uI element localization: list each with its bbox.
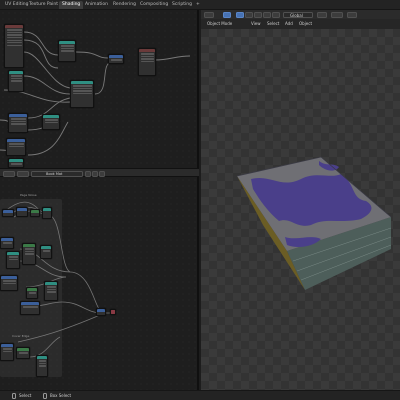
shader-node[interactable] xyxy=(0,237,14,249)
shader-node[interactable] xyxy=(20,301,40,315)
node-editor-header: Book Mat xyxy=(0,168,199,177)
magnet-icon[interactable] xyxy=(263,11,271,18)
pivot-icon[interactable] xyxy=(317,11,327,18)
shader-node[interactable] xyxy=(58,40,76,62)
shader-node[interactable] xyxy=(44,281,58,301)
add-workspace-button[interactable]: + xyxy=(193,1,203,9)
viewport-header: Global xyxy=(201,10,400,19)
editor-type-icon[interactable] xyxy=(204,11,214,18)
tab-animation[interactable]: Animation xyxy=(82,1,111,9)
shader-node[interactable] xyxy=(70,80,94,108)
shader-node-editor-lower[interactable]: Page Noise Cover Edge xyxy=(0,177,199,390)
menu-select[interactable]: Select xyxy=(267,19,279,28)
shader-node[interactable] xyxy=(108,54,124,64)
viewport-shading-icon[interactable] xyxy=(254,11,262,18)
shader-node[interactable] xyxy=(8,70,24,92)
material-output-node[interactable] xyxy=(138,48,156,76)
transform-orientation-dropdown[interactable]: Global xyxy=(283,11,313,18)
book-model xyxy=(201,29,400,390)
status-box-select-label: Box Select xyxy=(50,393,72,398)
tab-rendering[interactable]: Rendering xyxy=(110,1,139,9)
tab-shading[interactable]: Shading xyxy=(59,1,84,9)
mouse-left-icon xyxy=(12,393,16,399)
editor-type-icon[interactable] xyxy=(3,170,15,177)
proportional-edit-icon[interactable] xyxy=(272,11,280,18)
snap-icon[interactable] xyxy=(331,11,343,18)
proportional-falloff-icon[interactable] xyxy=(347,11,357,18)
3d-viewport[interactable] xyxy=(201,29,400,390)
node-header xyxy=(5,25,23,28)
shader-node[interactable] xyxy=(6,251,20,269)
shader-node[interactable] xyxy=(2,209,14,217)
status-bar: Select Box Select xyxy=(0,390,400,400)
shader-node[interactable] xyxy=(40,245,52,259)
shader-node-editor-upper[interactable] xyxy=(0,10,199,168)
shader-node[interactable] xyxy=(96,308,106,316)
shader-node[interactable] xyxy=(42,207,52,219)
tab-compositing[interactable]: Compositing xyxy=(137,1,171,9)
tab-scripting[interactable]: Scripting xyxy=(169,1,195,9)
cursor-icon[interactable] xyxy=(223,11,231,18)
tab-texture-paint[interactable]: Texture Paint xyxy=(26,1,61,9)
duplicate-icon[interactable] xyxy=(92,170,98,177)
move-icon[interactable] xyxy=(245,11,253,18)
shader-node[interactable] xyxy=(36,355,48,377)
shader-node[interactable] xyxy=(0,275,18,291)
object-mode-dropdown[interactable]: Object Mode xyxy=(207,19,232,28)
viewport-menu-bar: Object Mode View Select Add Object xyxy=(201,19,400,29)
shader-node[interactable] xyxy=(4,24,24,68)
workspace-tab-bar: UV Editing Texture Paint Shading Animati… xyxy=(0,0,400,10)
menu-object[interactable]: Object xyxy=(299,19,312,28)
slot-dropdown[interactable] xyxy=(17,170,29,177)
shader-node[interactable] xyxy=(8,113,28,133)
shield-icon[interactable] xyxy=(85,170,91,177)
reroute-node[interactable] xyxy=(110,309,116,315)
menu-view[interactable]: View xyxy=(251,19,261,28)
material-name-field[interactable]: Book Mat xyxy=(31,170,83,177)
node-links-upper xyxy=(0,31,191,156)
select-box-icon[interactable] xyxy=(236,11,244,18)
close-icon[interactable] xyxy=(99,170,105,177)
shader-node[interactable] xyxy=(42,114,60,130)
shader-node[interactable] xyxy=(0,343,14,361)
shader-node[interactable] xyxy=(16,347,30,359)
shader-node[interactable] xyxy=(16,207,28,217)
shader-node[interactable] xyxy=(6,138,26,156)
status-select-label: Select xyxy=(19,393,32,398)
menu-add[interactable]: Add xyxy=(285,19,293,28)
mouse-right-icon xyxy=(43,393,47,399)
shader-node[interactable] xyxy=(26,287,38,299)
shader-node[interactable] xyxy=(8,158,24,168)
shader-node[interactable] xyxy=(30,209,40,217)
shader-node[interactable] xyxy=(22,243,36,265)
